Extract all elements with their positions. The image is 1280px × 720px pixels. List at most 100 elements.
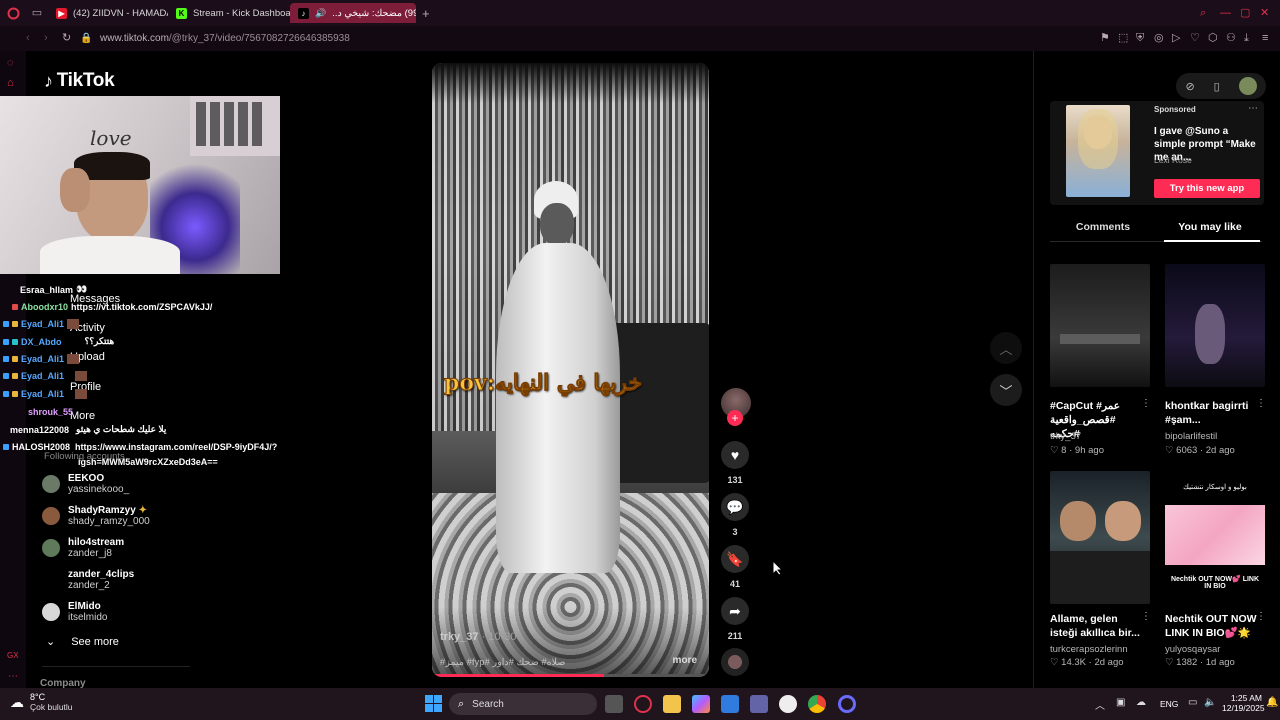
clock[interactable]: 1:25 AM 12/19/2025 [1222, 693, 1265, 713]
video-progress-bar[interactable] [432, 674, 709, 677]
tab-manager-icon[interactable]: ▭ [26, 7, 48, 19]
download-icon[interactable]: ⤓ [1244, 33, 1262, 44]
opera-logo-icon[interactable] [0, 7, 26, 20]
task-view-icon[interactable] [605, 695, 623, 713]
vpn-icon[interactable]: ◎ [1154, 33, 1172, 44]
close-window-icon[interactable]: ✕ [1260, 7, 1280, 19]
user-avatar[interactable] [1238, 77, 1257, 95]
chrome-icon[interactable] [808, 695, 826, 713]
recommendation-user[interactable]: trky_37 [1050, 431, 1081, 442]
video-author[interactable]: trky_37 · 10-30 [440, 631, 516, 643]
recommendation-thumbnail[interactable] [1165, 264, 1265, 387]
bookmark-icon[interactable]: ⚑ [1100, 33, 1118, 44]
extensions-icon[interactable]: ⬡ [1208, 33, 1226, 44]
tray-chevron-icon[interactable]: ︿ [1095, 697, 1105, 712]
account-name: zander_4clips [68, 569, 135, 580]
forward-icon[interactable]: › [44, 33, 62, 44]
see-more-button[interactable]: ⌄ See more [46, 635, 119, 649]
recommendation-thumbnail[interactable] [1050, 471, 1150, 604]
tab-youtube[interactable]: ▶ (42) ZIIDVN - HAMADA E [48, 3, 168, 23]
following-account[interactable]: zander_4clips zander_2 [42, 569, 134, 591]
copilot-icon[interactable] [692, 695, 710, 713]
new-tab-button[interactable]: + [422, 7, 430, 20]
app-ring-icon[interactable] [838, 695, 856, 713]
recommendation-title[interactable]: Nechtik OUT NOW LINK IN BIO💕🌟 [1165, 612, 1260, 640]
url-field[interactable]: www.tiktok.com/@trky_37/video/7567082726… [100, 33, 350, 44]
teams-icon[interactable] [750, 695, 768, 713]
avatar [42, 571, 60, 589]
aria-icon[interactable]: ⌂ [7, 77, 14, 89]
following-account[interactable]: ElMido itselmido [42, 601, 107, 623]
speaker-icon[interactable]: 🔊 [315, 8, 326, 19]
creator-avatar[interactable]: + [721, 388, 751, 426]
menu-icon[interactable]: ≡ [1262, 33, 1280, 44]
store-icon[interactable] [721, 695, 739, 713]
profile-icon[interactable]: ⚇ [1226, 33, 1244, 44]
recommendation-more-icon[interactable]: ⋮ [1141, 611, 1151, 622]
music-disc[interactable] [721, 648, 749, 676]
back-icon[interactable]: ‹ [26, 33, 44, 44]
tiktok-logo[interactable]: ♪ TikTok [44, 70, 115, 92]
adblock-icon[interactable]: ⛨ [1136, 33, 1154, 44]
tray-app-icon[interactable]: ▣ [1116, 697, 1125, 708]
rail-item-icon[interactable]: GX [7, 651, 19, 660]
play-icon[interactable]: ▷ [1172, 33, 1190, 44]
save-button[interactable]: 🔖 41 [721, 545, 749, 589]
speed-dial-icon[interactable]: ◌ [7, 57, 14, 69]
rail-more-icon[interactable]: ⋯ [8, 671, 18, 682]
ad-cta-button[interactable]: Try this new app [1154, 179, 1260, 198]
like-button[interactable]: ♥ 131 [721, 441, 749, 485]
recommendation-user[interactable]: turkcerapsozlerinn [1050, 644, 1128, 655]
tab-kick[interactable]: K Stream - Kick Dashboard [168, 3, 290, 23]
previous-video-button[interactable]: ︿ [990, 332, 1022, 364]
tray-cloud-icon[interactable]: ☁ [1136, 697, 1146, 708]
maximize-icon[interactable]: ▢ [1240, 7, 1260, 19]
tab-comments[interactable]: Comments [1050, 221, 1156, 233]
following-account[interactable]: EEKOO yassinekooo_ [42, 473, 129, 495]
share-button[interactable]: ➦ 211 [721, 597, 749, 641]
follow-plus-icon[interactable]: + [727, 410, 743, 426]
emote-icon [67, 354, 80, 364]
weather-widget[interactable]: ☁ 8°C Çok bulutlu [10, 692, 73, 712]
network-icon[interactable]: ▭ [1188, 697, 1197, 708]
ad-card[interactable]: Sponsored ⋯ I gave @Suno a simple prompt… [1050, 101, 1264, 205]
minimize-icon[interactable]: — [1220, 7, 1240, 19]
chat-user: Eyad_Ali1 [21, 354, 65, 364]
chat-text: هتتكر؟؟ [84, 336, 115, 346]
taskbar-search[interactable]: ⌕ Search [449, 693, 597, 715]
volume-icon[interactable]: 🔈 [1204, 697, 1216, 708]
tiktok-note-icon: ♪ [44, 70, 53, 91]
chat-message: Eyad_Ali1 [3, 319, 80, 329]
snapshot-icon[interactable]: ⬚ [1118, 33, 1136, 44]
following-account[interactable]: ShadyRamzyy ✦ shady_ramzy_000 [42, 505, 150, 527]
tab-tiktok[interactable]: ♪ 🔊 (+99) مضحك: شيخي د.. [290, 3, 416, 23]
reload-icon[interactable]: ↻ [62, 33, 80, 44]
opera-gx-taskbar-icon[interactable] [634, 695, 652, 713]
recommendation-user[interactable]: yulyosqaysar [1165, 644, 1220, 655]
recommendation-more-icon[interactable]: ⋮ [1256, 398, 1266, 409]
recommendation-user[interactable]: bipolarlifestil [1165, 431, 1217, 442]
recommendation-more-icon[interactable]: ⋮ [1141, 398, 1151, 409]
next-video-button[interactable]: ﹀ [990, 374, 1022, 406]
music-app-icon[interactable] [779, 695, 797, 713]
recommendation-thumbnail[interactable]: بوليو و اوسكار نتشتيك Nechtik OUT NOW💕 L… [1165, 471, 1265, 604]
notification-bell-icon[interactable]: 🔔 [1266, 697, 1278, 708]
start-button[interactable] [425, 695, 442, 712]
recommendation-more-icon[interactable]: ⋮ [1256, 611, 1266, 622]
nav-more[interactable]: More [70, 410, 95, 422]
ad-more-icon[interactable]: ⋯ [1248, 103, 1258, 114]
compass-icon[interactable]: ⊘ [1185, 80, 1194, 93]
search-tabs-icon[interactable]: ⌕ [1200, 7, 1220, 19]
file-explorer-icon[interactable] [663, 695, 681, 713]
following-account[interactable]: hilo4stream zander_j8 [42, 537, 124, 559]
heart-icon[interactable]: ♡ [1190, 33, 1208, 44]
language-indicator[interactable]: ENG [1160, 699, 1178, 709]
comment-button[interactable]: 💬 3 [721, 493, 749, 537]
see-more-label: See more [71, 635, 119, 648]
recommendation-thumbnail[interactable] [1050, 264, 1150, 387]
recommendation-title[interactable]: Allame, gelen isteği akıllıca bir... [1050, 612, 1145, 640]
device-icon[interactable]: ▯ [1214, 80, 1220, 93]
more-caption-button[interactable]: more [673, 655, 697, 666]
recommendation-title[interactable]: khontkar bagirrti #şam... [1165, 399, 1260, 427]
tab-you-may-like[interactable]: You may like [1164, 221, 1256, 233]
